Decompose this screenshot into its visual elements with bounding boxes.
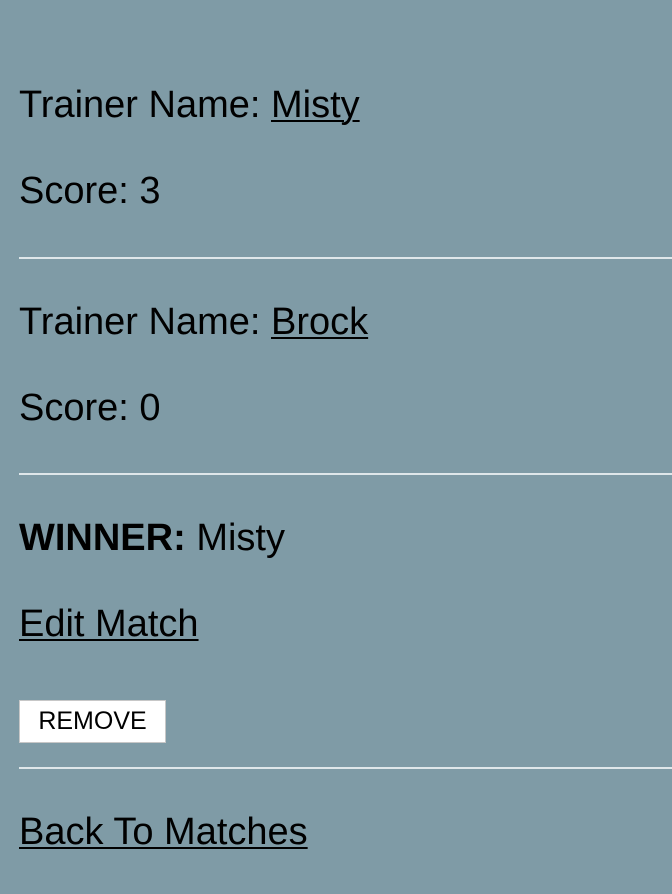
trainer-1-score-row: Score: 3 xyxy=(19,169,161,213)
trainer-1-name-row: Trainer Name: Misty xyxy=(19,83,360,127)
remove-button[interactable]: REMOVE xyxy=(19,700,166,743)
trainer-1-name-link[interactable]: Misty xyxy=(271,84,360,126)
edit-match-link[interactable]: Edit Match xyxy=(19,603,199,645)
divider xyxy=(19,257,672,259)
trainer-name-label: Trainer Name: xyxy=(19,84,271,126)
trainer-name-label: Trainer Name: xyxy=(19,301,271,343)
back-to-matches-link[interactable]: Back To Matches xyxy=(19,811,308,853)
trainer-1-score: 3 xyxy=(139,170,161,212)
trainer-2-score-row: Score: 0 xyxy=(19,386,161,430)
winner-name: Misty xyxy=(196,517,285,559)
divider xyxy=(19,767,672,769)
winner-row: WINNER: Misty xyxy=(19,516,285,560)
divider xyxy=(19,473,672,475)
score-label: Score: xyxy=(19,387,140,429)
back-row: Back To Matches xyxy=(19,810,308,854)
edit-row: Edit Match xyxy=(19,602,199,646)
trainer-2-name-row: Trainer Name: Brock xyxy=(19,300,368,344)
trainer-2-name-link[interactable]: Brock xyxy=(271,301,368,343)
winner-label: WINNER: xyxy=(19,517,186,559)
trainer-2-score: 0 xyxy=(139,387,161,429)
score-label: Score: xyxy=(19,170,140,212)
